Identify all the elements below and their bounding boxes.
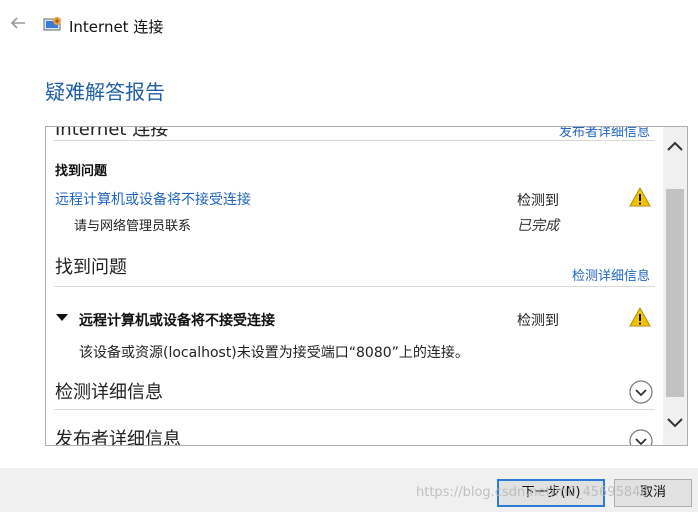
network-troubleshooter-icon (43, 17, 61, 31)
back-arrow-icon[interactable] (8, 13, 28, 33)
issue-status: 检测到 (517, 193, 559, 209)
scroll-up-icon[interactable] (663, 135, 687, 159)
divider (54, 409, 655, 410)
watermark: https://blog.csdn.net/m0_45695848 (416, 485, 649, 500)
issue-link[interactable]: 远程计算机或设备将不接受连接 (55, 189, 251, 209)
vertical-scrollbar[interactable] (663, 127, 687, 445)
divider (54, 140, 655, 141)
divider (54, 286, 655, 287)
issue-description: 该设备或资源(localhost)未设置为接受端口“8080”上的连接。 (79, 345, 469, 361)
found-issues-label: 找到问题 (55, 164, 108, 179)
detection-details-heading[interactable]: 检测详细信息 (55, 378, 163, 404)
report-panel: Internet 连接 发布者详细信息 找到问题 远程计算机或设备将不接受连接 … (45, 126, 688, 446)
chevron-down-icon[interactable] (629, 429, 653, 445)
scroll-down-icon[interactable] (663, 410, 687, 434)
warning-icon (629, 307, 651, 327)
issue-status: 检测到 (517, 313, 559, 329)
chevron-down-icon[interactable] (629, 380, 653, 404)
footer-bar: 下一步(N) 取消 https://blog.csdn.net/m0_45695… (0, 468, 698, 512)
page-title: 疑难解答报告 (45, 80, 165, 104)
title-bar: Internet 连接 (0, 0, 698, 50)
report-content: Internet 连接 发布者详细信息 找到问题 远程计算机或设备将不接受连接 … (46, 127, 663, 445)
warning-icon (629, 187, 651, 207)
detection-details-link[interactable]: 检测详细信息 (572, 265, 650, 284)
action-status: 已完成 (517, 218, 559, 234)
expanded-triangle-icon[interactable] (56, 314, 68, 321)
publisher-details-heading[interactable]: 发布者详细信息 (55, 425, 181, 445)
window-title: Internet 连接 (69, 18, 164, 36)
found-issues-heading: 找到问题 (55, 257, 127, 278)
section-heading-connection: Internet 连接 (55, 127, 169, 140)
publisher-details-link[interactable]: 发布者详细信息 (559, 127, 650, 140)
action-label: 请与网络管理员联系 (74, 219, 192, 234)
issue-title[interactable]: 远程计算机或设备将不接受连接 (79, 310, 275, 330)
scrollbar-thumb[interactable] (666, 189, 684, 397)
